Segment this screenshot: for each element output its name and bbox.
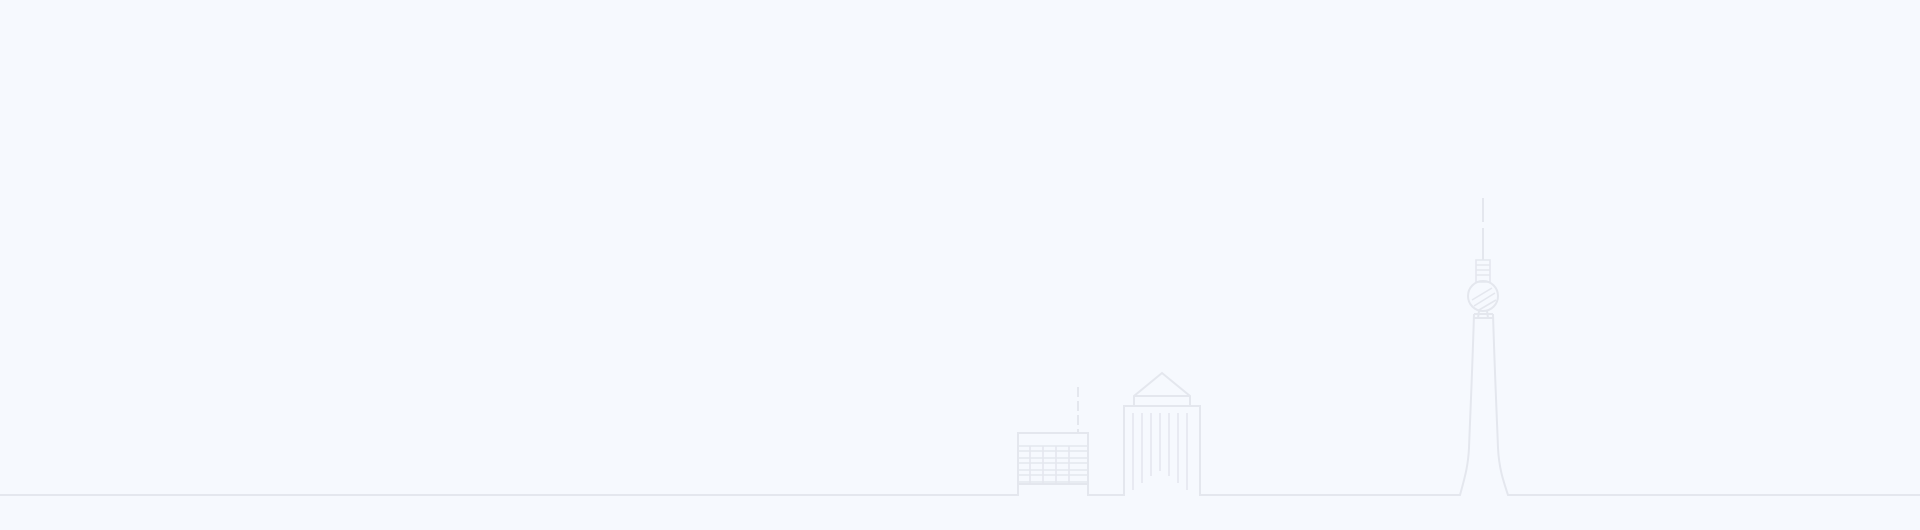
skyline-background — [0, 0, 1920, 530]
office-building — [1018, 387, 1088, 484]
tv-tower-icon — [1468, 198, 1498, 318]
skyscraper — [1133, 373, 1190, 490]
ground-line — [0, 314, 1920, 495]
city-skyline-illustration — [0, 0, 1920, 530]
